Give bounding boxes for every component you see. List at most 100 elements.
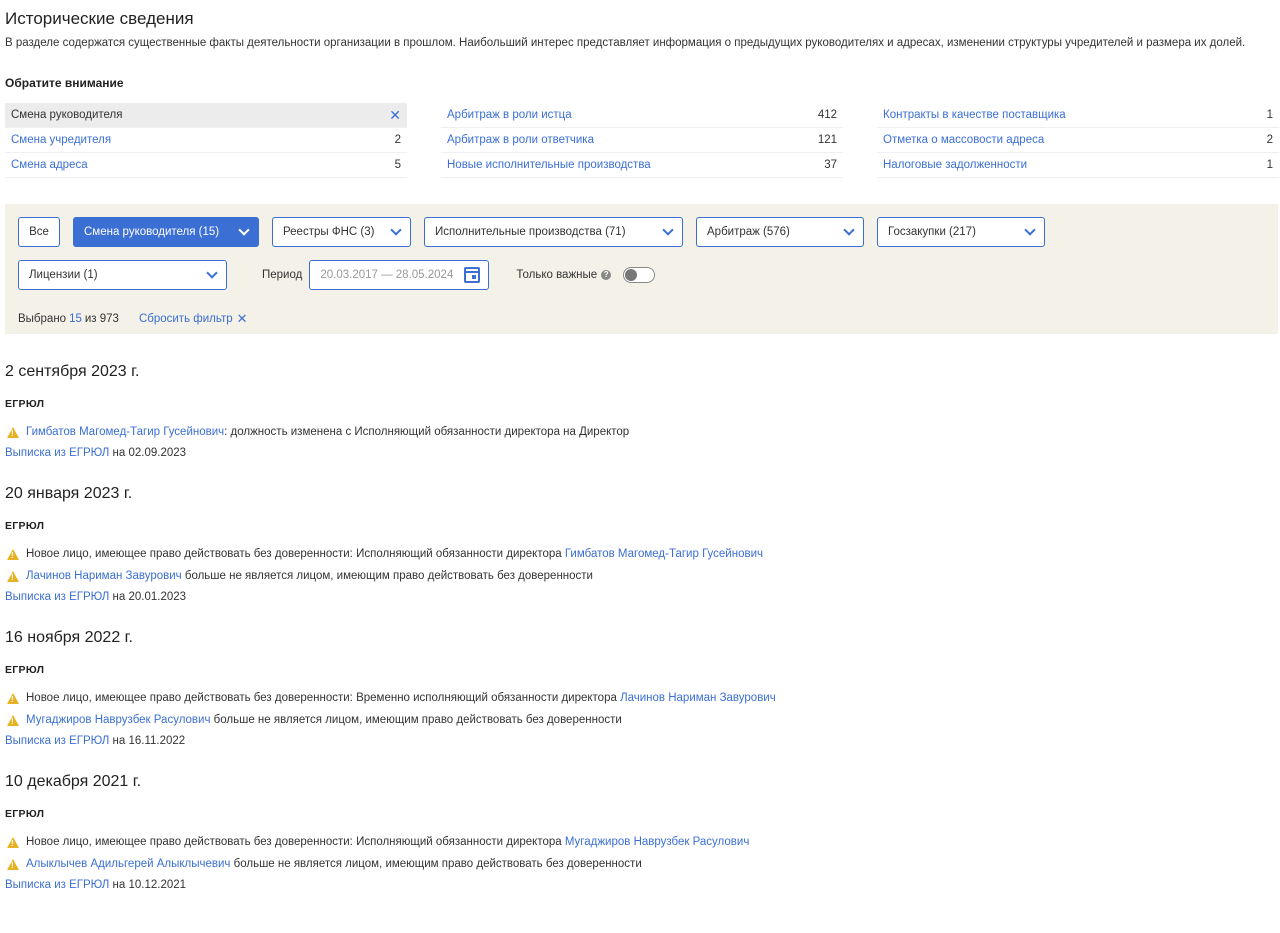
filter-label: Арбитраж (576) <box>707 226 790 238</box>
event-source: ЕГРЮЛ <box>5 520 45 532</box>
fact-count: 2 <box>1266 134 1273 146</box>
fact-label[interactable]: Отметка о массовости адреса <box>883 134 1044 146</box>
fact-label[interactable]: Налоговые задолженности <box>883 159 1027 171</box>
fact-count: 1 <box>1266 159 1273 171</box>
line-text-after: больше не является лицом, имеющим право … <box>230 858 642 870</box>
event-line: Новое лицо, имеющее право действовать бе… <box>5 687 1275 709</box>
close-icon[interactable]: ✕ <box>389 108 401 122</box>
warning-icon <box>7 858 19 870</box>
filter-licenses-button[interactable]: Лицензии (1) <box>18 260 227 290</box>
fact-arbitration-defendant[interactable]: Арбитраж в роли ответчика 121 <box>441 128 843 153</box>
person-link[interactable]: Гимбатов Магомед-Тагир Гусейнович <box>26 426 224 438</box>
close-icon: ✕ <box>236 311 248 326</box>
extract-date: на 20.01.2023 <box>109 591 187 603</box>
event-source: ЕГРЮЛ <box>5 398 45 410</box>
person-link[interactable]: Мугаджиров Наврузбек Расулович <box>26 714 210 726</box>
event-lines: Новое лицо, имеющее право действовать бе… <box>5 831 1275 875</box>
egrul-extract-link[interactable]: Выписка из ЕГРЮЛ <box>5 879 109 891</box>
fact-label[interactable]: Смена адреса <box>11 159 88 171</box>
event-lines: Гимбатов Магомед-Тагир Гусейнович : долж… <box>5 421 1275 443</box>
selected-count: 15 <box>69 312 82 325</box>
fact-mass-address[interactable]: Отметка о массовости адреса 2 <box>877 128 1279 153</box>
warning-icon <box>7 548 19 560</box>
person-link[interactable]: Лачинов Нариман Завурович <box>26 570 182 582</box>
chevron-down-icon <box>390 224 402 236</box>
warning-icon <box>7 570 19 582</box>
event-date: 2 сентября 2023 г. <box>5 363 140 380</box>
fact-leader-change[interactable]: Смена руководителя ✕ <box>5 103 407 128</box>
filter-row-2: Лицензии (1) Период 20.03.2017 — 28.05.2… <box>18 260 1265 290</box>
event-date: 16 ноября 2022 г. <box>5 629 133 646</box>
facts-column-3: Контракты в качестве поставщика 1 Отметк… <box>877 103 1279 178</box>
period-date-input[interactable]: 20.03.2017 — 28.05.2024 <box>309 260 490 290</box>
fact-supplier-contracts[interactable]: Контракты в качестве поставщика 1 <box>877 103 1279 128</box>
person-link[interactable]: Лачинов Нариман Завурович <box>620 692 776 704</box>
fact-label[interactable]: Контракты в качестве поставщика <box>883 109 1066 121</box>
event-line: Новое лицо, имеющее право действовать бе… <box>5 543 1275 565</box>
event-line: Мугаджиров Наврузбек Расулович больше не… <box>5 709 1275 731</box>
line-text-after: больше не является лицом, имеющим право … <box>210 714 622 726</box>
fact-label[interactable]: Арбитраж в роли истца <box>447 109 572 121</box>
fact-tax-debt[interactable]: Налоговые задолженности 1 <box>877 153 1279 178</box>
chevron-down-icon <box>662 224 674 236</box>
fact-enforcement[interactable]: Новые исполнительные производства 37 <box>441 153 843 178</box>
filter-all-button[interactable]: Все <box>18 217 60 247</box>
filter-label: Госзакупки (217) <box>888 226 976 238</box>
calendar-icon[interactable] <box>464 267 481 283</box>
event-lines: Новое лицо, имеющее право действовать бе… <box>5 543 1275 587</box>
period-label: Период <box>262 269 303 281</box>
event-line: Гимбатов Магомед-Тагир Гусейнович : долж… <box>5 421 1275 443</box>
fact-label[interactable]: Арбитраж в роли ответчика <box>447 134 594 146</box>
fact-count: 5 <box>394 159 401 171</box>
fact-arbitration-plaintiff[interactable]: Арбитраж в роли истца 412 <box>441 103 843 128</box>
line-text-before: Новое лицо, имеющее право действовать бе… <box>26 692 621 704</box>
event-item: 20 января 2023 г. ЕГРЮЛ Новое лицо, имею… <box>5 485 1275 603</box>
person-link[interactable]: Алыклычев Адильгерей Алыклычевич <box>26 858 230 870</box>
fact-count: 2 <box>394 134 401 146</box>
extract-date: на 10.12.2021 <box>109 879 187 891</box>
events-list: 2 сентября 2023 г. ЕГРЮЛ Гимбатов Магоме… <box>5 363 1275 891</box>
reset-filter-label: Сбросить фильтр <box>138 312 233 325</box>
filter-procurement-button[interactable]: Госзакупки (217) <box>877 217 1045 247</box>
person-link[interactable]: Гимбатов Магомед-Тагир Гусейнович <box>565 548 763 560</box>
reset-filter-link[interactable]: Сбросить фильтр ✕ <box>139 312 248 325</box>
facts-grid: Смена руководителя ✕ Смена учредителя 2 … <box>5 103 1280 178</box>
filter-arbitration-button[interactable]: Арбитраж (576) <box>696 217 864 247</box>
event-source: ЕГРЮЛ <box>5 664 45 676</box>
extract-date: на 02.09.2023 <box>109 447 187 459</box>
person-link[interactable]: Мугаджиров Наврузбек Расулович <box>565 836 749 848</box>
egrul-extract-link[interactable]: Выписка из ЕГРЮЛ <box>5 735 109 747</box>
extract-line: Выписка из ЕГРЮЛ на 20.01.2023 <box>5 591 1275 603</box>
fact-count: 1 <box>1266 109 1273 121</box>
filter-enforcement-button[interactable]: Исполнительные производства (71) <box>424 217 683 247</box>
extract-line: Выписка из ЕГРЮЛ на 02.09.2023 <box>5 447 1275 459</box>
fact-label[interactable]: Новые исполнительные производства <box>447 159 651 171</box>
egrul-extract-link[interactable]: Выписка из ЕГРЮЛ <box>5 591 109 603</box>
selected-summary: Выбрано 15 из 973 Сбросить фильтр ✕ <box>18 312 1265 325</box>
chevron-down-icon <box>843 224 855 236</box>
historical-info-page: Исторические сведения В разделе содержат… <box>0 0 1280 891</box>
filter-label: Смена руководителя (15) <box>84 226 220 238</box>
warning-icon <box>7 836 19 848</box>
page-title: Исторические сведения <box>5 9 194 28</box>
event-date: 20 января 2023 г. <box>5 485 133 502</box>
line-text-before: Новое лицо, имеющее право действовать бе… <box>26 548 565 560</box>
warning-icon <box>7 714 19 726</box>
warning-icon <box>7 426 19 438</box>
egrul-extract-link[interactable]: Выписка из ЕГРЮЛ <box>5 447 109 459</box>
filter-label: Реестры ФНС (3) <box>283 226 375 238</box>
filter-leader-change-button[interactable]: Смена руководителя (15) <box>73 217 259 247</box>
intro-text: В разделе содержатся существенные факты … <box>5 37 1246 49</box>
filter-label: Исполнительные производства (71) <box>435 226 626 238</box>
filter-label: Все <box>29 226 49 238</box>
event-item: 10 декабря 2021 г. ЕГРЮЛ Новое лицо, име… <box>5 773 1275 891</box>
important-only-toggle[interactable] <box>623 267 656 283</box>
help-icon[interactable]: ? <box>601 270 612 280</box>
fact-founder-change[interactable]: Смена учредителя 2 <box>5 128 407 153</box>
fact-label[interactable]: Смена учредителя <box>11 134 111 146</box>
fact-address-change[interactable]: Смена адреса 5 <box>5 153 407 178</box>
fact-label: Смена руководителя <box>11 109 123 121</box>
filter-fns-button[interactable]: Реестры ФНС (3) <box>272 217 411 247</box>
line-text-before: Новое лицо, имеющее право действовать бе… <box>26 836 565 848</box>
extract-date: на 16.11.2022 <box>109 735 186 747</box>
